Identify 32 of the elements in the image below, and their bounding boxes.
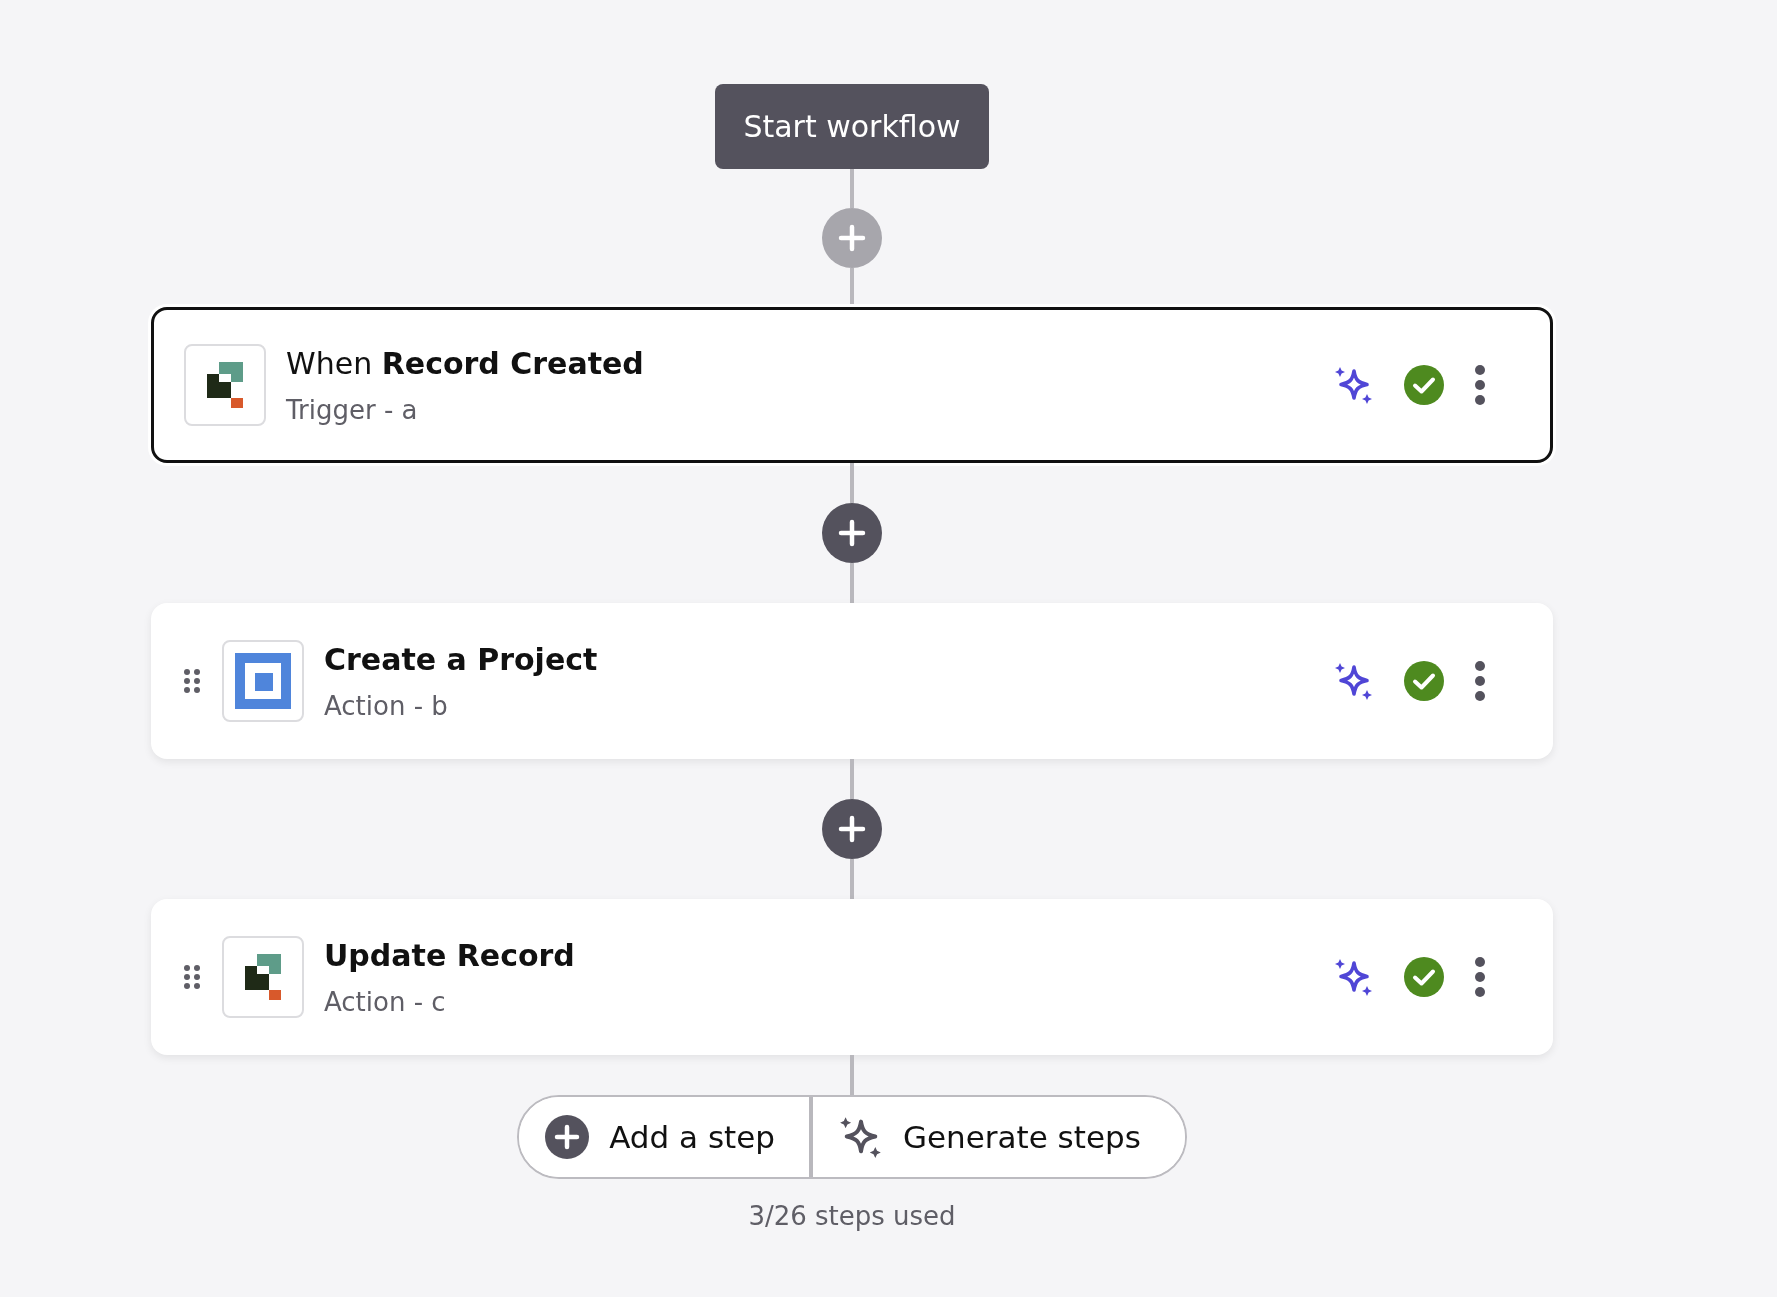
step-title: Update Record <box>324 937 576 973</box>
plus-icon <box>837 223 867 253</box>
sparkle-icon[interactable] <box>1334 661 1374 701</box>
steps-used-text: 3/26 steps used <box>748 1201 956 1231</box>
add-step-button[interactable] <box>822 503 882 563</box>
step-card[interactable]: When Record Created Trigger - a <box>151 307 1553 463</box>
sparkle-icon[interactable] <box>1334 957 1374 997</box>
drag-handle-icon[interactable] <box>184 669 200 693</box>
more-menu-icon[interactable] <box>1474 956 1486 998</box>
step-card[interactable]: Create a Project Action - b <box>151 603 1553 759</box>
framed-square-logo-icon <box>235 653 291 709</box>
plus-icon <box>545 1115 590 1159</box>
check-icon <box>1404 661 1444 701</box>
step-subtitle: Trigger - a <box>286 394 419 425</box>
more-menu-icon[interactable] <box>1474 364 1486 406</box>
start-workflow-button[interactable]: Start workflow <box>715 84 989 169</box>
plus-icon <box>837 518 867 548</box>
sparkle-icon <box>838 1115 883 1159</box>
step-card[interactable]: Update Record Action - c <box>151 899 1553 1055</box>
plus-icon <box>837 814 867 844</box>
sparkle-icon[interactable] <box>1334 365 1374 405</box>
more-menu-icon[interactable] <box>1474 660 1486 702</box>
squares-logo-icon <box>245 954 281 1000</box>
step-title: When Record Created <box>286 345 645 381</box>
check-icon <box>1404 957 1444 997</box>
squares-logo-icon <box>207 362 243 408</box>
add-step-button[interactable] <box>822 799 882 859</box>
step-subtitle: Action - c <box>324 986 447 1017</box>
step-subtitle: Action - b <box>324 690 449 721</box>
check-icon <box>1404 365 1444 405</box>
drag-handle-icon[interactable] <box>184 965 200 989</box>
step-title: Create a Project <box>324 641 599 677</box>
